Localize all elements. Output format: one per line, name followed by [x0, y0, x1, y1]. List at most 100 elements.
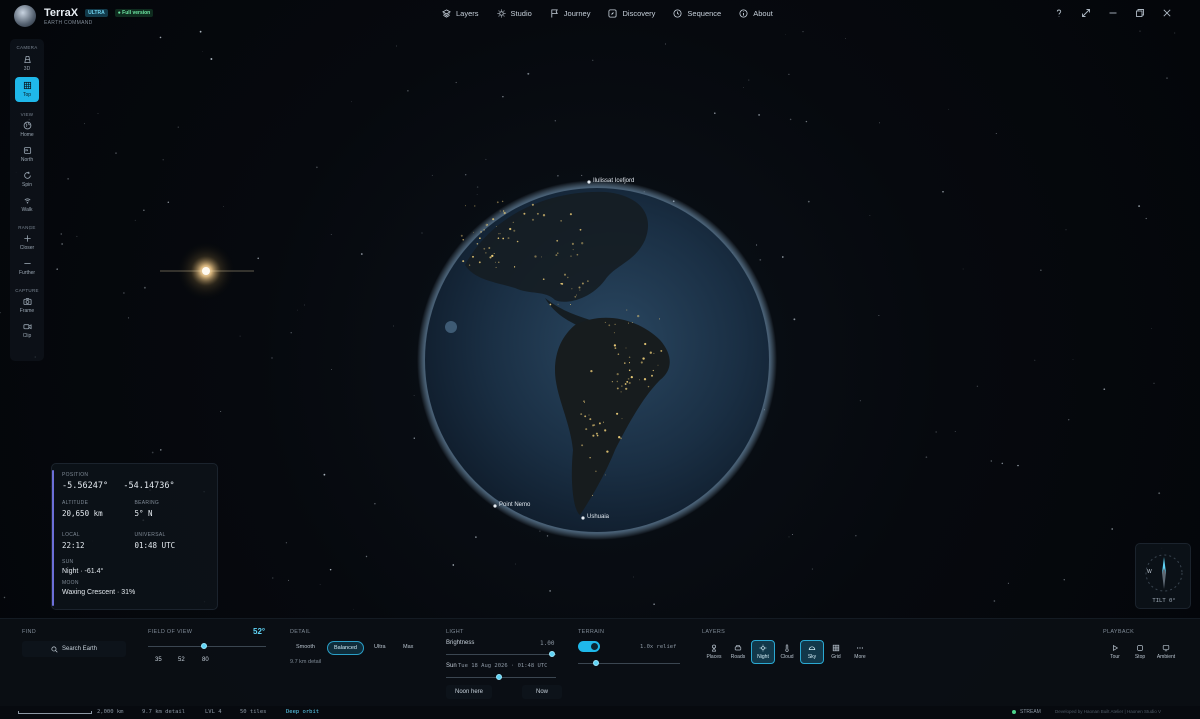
label-point-nemo[interactable]: Point Nemo — [499, 502, 530, 508]
layer-roads-button[interactable]: Roads — [726, 640, 750, 664]
space-viewport[interactable]: Ilulissat Icefjord Point Nemo Ushuaia — [0, 0, 1200, 719]
star — [869, 215, 871, 216]
city-light — [627, 322, 630, 324]
star — [1153, 382, 1155, 384]
star — [748, 79, 750, 81]
city-light — [502, 237, 505, 240]
globe-icon — [23, 121, 31, 130]
city-light — [514, 266, 516, 268]
search-input[interactable]: Search Earth — [62, 646, 97, 652]
detail-max-button[interactable]: Max — [397, 641, 419, 653]
nav-about[interactable]: About — [739, 9, 773, 18]
restore-icon[interactable] — [1135, 8, 1145, 18]
noon-here-button[interactable]: Noon here — [446, 685, 492, 699]
detail-ultra-button[interactable]: Ultra — [368, 641, 392, 653]
capture-clip-button[interactable]: Clip — [15, 320, 39, 341]
playback-tour-button[interactable]: Tour — [1103, 640, 1127, 664]
help-icon[interactable] — [1054, 8, 1064, 18]
nav-discovery[interactable]: Discovery — [608, 9, 655, 18]
compass-widget[interactable]: W TILT 0° — [1135, 543, 1191, 609]
star — [1174, 32, 1176, 34]
status-orbit: Deep orbit — [286, 709, 320, 715]
star — [859, 400, 861, 402]
city-light — [570, 255, 572, 257]
nav-layers[interactable]: Layers — [442, 9, 479, 18]
star — [134, 219, 136, 221]
view-north-button[interactable]: North — [15, 144, 39, 165]
view-home-button[interactable]: Home — [15, 119, 39, 140]
star — [990, 460, 992, 462]
city-light — [493, 253, 495, 254]
nav-studio[interactable]: Studio — [496, 9, 532, 18]
compass-rose-icon — [1145, 554, 1183, 592]
city-light — [589, 457, 591, 459]
city-light — [494, 261, 497, 263]
layer-night-button[interactable]: Night — [751, 640, 775, 664]
capture-frame-button[interactable]: Frame — [15, 295, 39, 316]
info-icon — [739, 9, 748, 18]
close-icon[interactable] — [1162, 8, 1172, 18]
star — [948, 108, 950, 110]
city-light — [498, 261, 500, 263]
camera-3d-button[interactable]: 3D — [15, 53, 39, 74]
fov-tick-80: 80 — [202, 657, 209, 663]
layer-grid-button[interactable]: Grid — [824, 640, 848, 664]
star — [3, 596, 6, 599]
terrain-toggle[interactable] — [578, 641, 600, 652]
earth-globe[interactable] — [405, 170, 795, 555]
stream-indicator-icon — [1012, 710, 1016, 714]
minimize-icon[interactable] — [1108, 8, 1118, 18]
detail-smooth-button[interactable]: Smooth — [290, 641, 321, 653]
star — [202, 51, 203, 53]
view-walk-button[interactable]: Walk — [15, 194, 39, 215]
nav-journey[interactable]: Journey — [550, 9, 590, 18]
city-light — [499, 233, 501, 235]
city-light — [460, 234, 463, 237]
city-light — [495, 266, 497, 268]
label-ushuaia[interactable]: Ushuaia — [587, 514, 609, 520]
playback-ambient-button[interactable]: Ambient — [1153, 640, 1179, 664]
star — [452, 564, 455, 566]
city-light — [581, 444, 584, 447]
fov-slider-track[interactable] — [148, 646, 266, 647]
star — [271, 357, 273, 359]
car-icon — [734, 645, 742, 651]
layer-more-button[interactable]: More — [848, 640, 872, 664]
city-light — [557, 303, 559, 305]
city-light — [492, 218, 495, 221]
brightness-slider-thumb[interactable] — [549, 651, 555, 657]
city-light — [642, 357, 645, 360]
city-light — [557, 252, 559, 254]
star — [1040, 269, 1042, 271]
nav-sequence[interactable]: Sequence — [673, 9, 721, 18]
city-light — [631, 322, 633, 323]
range-closer-button[interactable]: Closer — [15, 232, 39, 253]
brand[interactable]: TerraX ULTRA ● Full version EARTH COMMAN… — [14, 5, 154, 27]
expand-icon[interactable] — [1081, 8, 1091, 18]
city-light — [581, 242, 584, 245]
label-ilulissat[interactable]: Ilulissat Icefjord — [593, 178, 634, 184]
city-light — [644, 342, 647, 346]
layer-places-button[interactable]: Places — [702, 640, 726, 664]
scale-bar — [18, 711, 92, 714]
range-further-button[interactable]: Further — [15, 257, 39, 278]
city-light — [542, 278, 545, 281]
sun-time-label: Sun — [446, 663, 457, 669]
city-light — [588, 414, 590, 416]
layer-sky-button[interactable]: Sky — [800, 640, 824, 664]
view-spin-button[interactable]: Spin — [15, 169, 39, 190]
camera-top-button[interactable]: Top — [15, 77, 39, 102]
sun-time-slider-thumb[interactable] — [496, 674, 502, 680]
more-icon — [856, 647, 864, 649]
fov-slider-thumb[interactable] — [200, 643, 207, 649]
city-light — [604, 474, 606, 476]
playback-stop-button[interactable]: Stop — [1128, 640, 1152, 664]
window-controls — [1054, 8, 1172, 18]
city-light — [626, 381, 629, 383]
search-box[interactable]: Search Earth — [22, 641, 126, 657]
now-button[interactable]: Now — [522, 685, 562, 699]
layer-cloud-button[interactable]: Cloud — [775, 640, 799, 664]
relief-slider-thumb[interactable] — [593, 660, 599, 666]
detail-balanced-button[interactable]: Balanced — [327, 641, 364, 655]
brightness-slider-track[interactable] — [446, 654, 556, 655]
